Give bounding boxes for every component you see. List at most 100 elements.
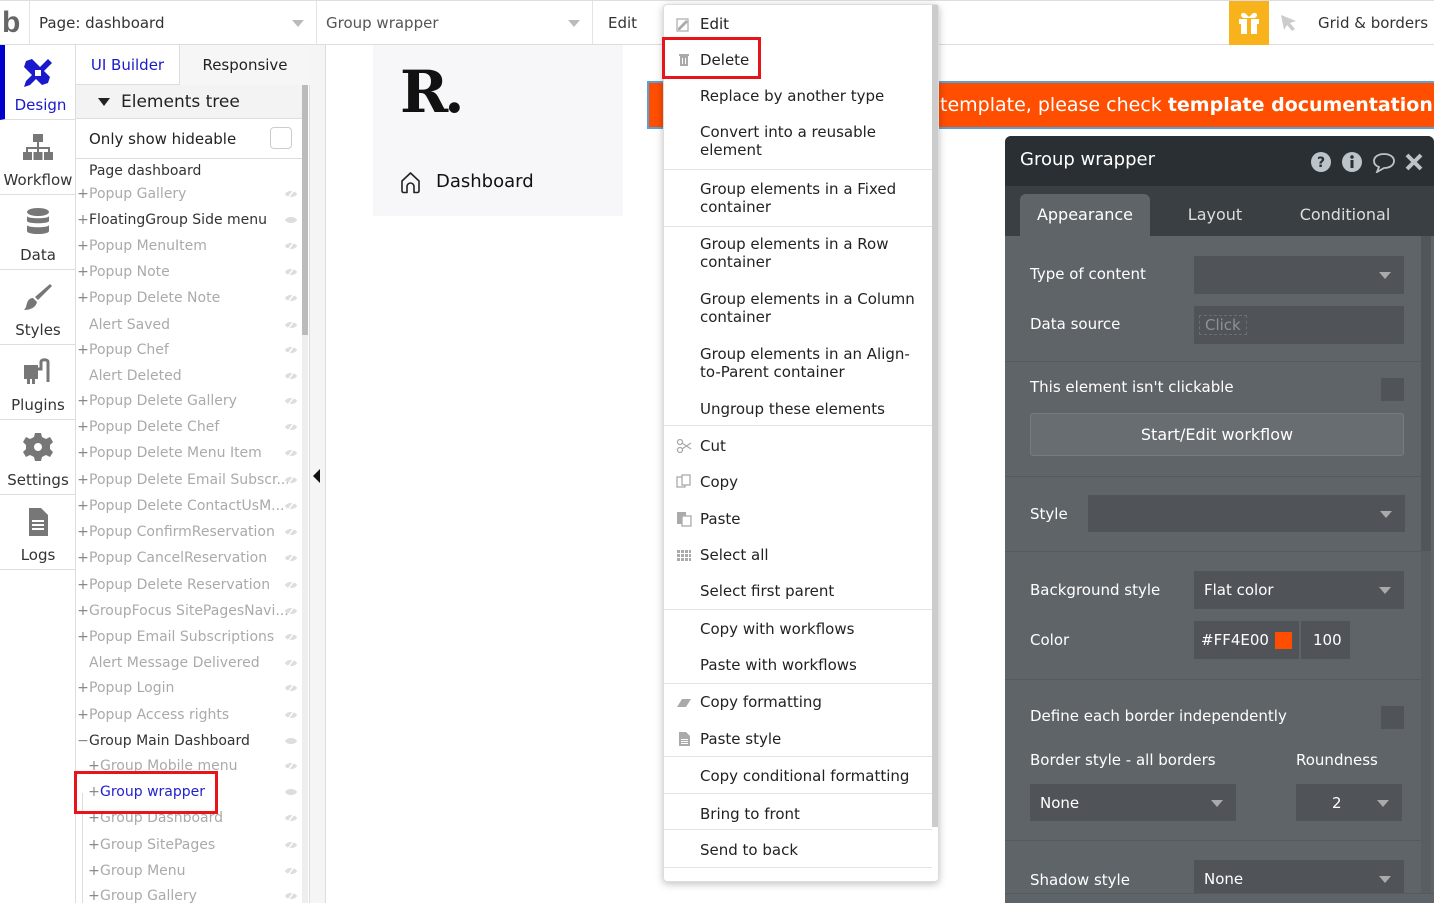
page-selector-dropdown[interactable]: Page: dashboard	[29, 1, 316, 45]
eye-slash-icon[interactable]	[284, 475, 298, 485]
data-source-placeholder[interactable]: Click	[1199, 315, 1247, 335]
property-editor-header[interactable]: Group wrapper ?	[1005, 136, 1434, 186]
eye-slash-icon[interactable]	[284, 580, 298, 590]
eye-slash-icon[interactable]	[284, 293, 298, 303]
grid-borders-dropdown[interactable]: Grid & borders	[1309, 1, 1434, 45]
tree-item[interactable]: + Popup Login	[76, 675, 302, 701]
eye-slash-icon[interactable]	[284, 553, 298, 563]
only-show-hideable-checkbox[interactable]	[270, 127, 292, 149]
expand-icon[interactable]: +	[88, 858, 100, 884]
rail-item-design[interactable]: Design	[0, 45, 76, 120]
eye-slash-icon[interactable]	[284, 267, 298, 277]
help-icon[interactable]: ?	[1310, 151, 1332, 173]
menu-item-select-all[interactable]: Select all	[664, 546, 932, 566]
menu-item-copy-with-workflows[interactable]: Copy with workflows	[664, 620, 932, 640]
close-icon[interactable]	[1404, 151, 1424, 173]
tree-item[interactable]: Alert Saved	[76, 312, 302, 338]
tree-item[interactable]: + FloatingGroup Side menu	[76, 207, 302, 233]
expand-icon[interactable]: +	[77, 493, 89, 519]
eye-slash-icon[interactable]	[284, 501, 298, 511]
expand-icon[interactable]: +	[77, 337, 89, 363]
eye-slash-icon[interactable]	[284, 813, 298, 823]
eye-slash-icon[interactable]	[284, 683, 298, 693]
eye-slash-icon[interactable]	[284, 320, 298, 330]
expand-icon[interactable]: +	[88, 832, 100, 858]
rail-item-settings[interactable]: Settings	[0, 420, 76, 495]
eye-slash-icon[interactable]	[284, 396, 298, 406]
bubble-logo[interactable]: b	[2, 5, 30, 41]
menu-item-replace-by-another-type[interactable]: Replace by another type	[664, 87, 932, 107]
tab-appearance[interactable]: Appearance	[1020, 194, 1150, 236]
collapse-left-icon[interactable]	[313, 469, 321, 483]
expand-icon[interactable]: +	[88, 883, 100, 909]
collapse-icon[interactable]: −	[77, 728, 89, 754]
edit-menu-button[interactable]: Edit	[592, 1, 664, 45]
color-opacity-field[interactable]: 100	[1301, 621, 1350, 659]
tree-item[interactable]: + Popup MenuItem	[76, 233, 302, 259]
expand-icon[interactable]: +	[77, 467, 89, 493]
menu-item-select-first-parent[interactable]: Select first parent	[664, 582, 932, 602]
tree-item[interactable]: + Popup Delete Email Subscr...	[76, 467, 302, 493]
expand-icon[interactable]: +	[77, 545, 89, 571]
expand-icon[interactable]: +	[77, 388, 89, 414]
eye-icon[interactable]	[284, 736, 298, 746]
tree-item[interactable]: + Group Menu	[76, 858, 302, 884]
menu-item-cut[interactable]: Cut	[664, 437, 932, 457]
menu-scrollbar[interactable]	[932, 5, 938, 827]
type-of-content-dropdown[interactable]	[1194, 256, 1404, 294]
eye-slash-icon[interactable]	[284, 371, 298, 381]
menu-item-copy-conditional-formatting[interactable]: Copy conditional formatting	[664, 767, 932, 787]
start-edit-workflow-button[interactable]: Start/Edit workflow	[1030, 413, 1404, 456]
rail-item-plugins[interactable]: Plugins	[0, 345, 76, 420]
expand-icon[interactable]: +	[77, 285, 89, 311]
expand-icon[interactable]: +	[77, 519, 89, 545]
color-hex-field[interactable]: #FF4E00	[1194, 621, 1299, 659]
tree-scrollbar[interactable]	[302, 85, 308, 335]
eye-slash-icon[interactable]	[284, 658, 298, 668]
border-style-dropdown[interactable]: None	[1030, 784, 1236, 821]
expand-icon[interactable]: +	[77, 181, 89, 207]
property-scrollbar-thumb[interactable]	[1421, 236, 1431, 551]
expand-icon[interactable]: +	[77, 572, 89, 598]
menu-item-paste[interactable]: Paste	[664, 510, 932, 530]
tree-item[interactable]: + Group Gallery	[76, 883, 302, 909]
panel-collapse-bar[interactable]	[310, 45, 326, 903]
tree-item[interactable]: + Popup Delete ContactUsM...	[76, 493, 302, 519]
menu-item-send-to-back[interactable]: Send to back	[664, 841, 932, 861]
eye-slash-icon[interactable]	[284, 606, 298, 616]
eye-slash-icon[interactable]	[284, 527, 298, 537]
tab-responsive[interactable]: Responsive	[180, 45, 310, 85]
tree-item[interactable]: Alert Message Delivered	[76, 650, 302, 676]
tree-item[interactable]: + Popup Delete Gallery	[76, 388, 302, 414]
menu-item-copy-formatting[interactable]: Copy formatting	[664, 693, 932, 713]
expand-icon[interactable]: +	[77, 233, 89, 259]
expand-icon[interactable]: +	[77, 675, 89, 701]
menu-item-paste-style[interactable]: Paste style	[664, 730, 932, 750]
tree-item[interactable]: + Popup Delete Reservation	[76, 572, 302, 598]
eye-slash-icon[interactable]	[284, 840, 298, 850]
expand-icon[interactable]: +	[77, 207, 89, 233]
menu-item-edit[interactable]: Edit	[664, 15, 932, 35]
menu-item-ungroup-these-elements[interactable]: Ungroup these elements	[664, 400, 932, 420]
tree-item[interactable]: + Popup Delete Menu Item	[76, 440, 302, 466]
tree-item[interactable]: + Popup Access rights	[76, 702, 302, 728]
eye-slash-icon[interactable]	[284, 241, 298, 251]
info-icon[interactable]	[1341, 151, 1363, 173]
eye-icon[interactable]	[284, 787, 298, 797]
gift-button[interactable]	[1229, 1, 1269, 45]
eye-slash-icon[interactable]	[284, 891, 298, 901]
tree-item[interactable]: + Popup CancelReservation	[76, 545, 302, 571]
menu-item-group-elements-in-a-column-container[interactable]: Group elements in a Column container	[664, 290, 932, 326]
expand-icon[interactable]: +	[77, 598, 89, 624]
tree-item[interactable]: Page dashboard	[76, 158, 302, 182]
not-clickable-checkbox[interactable]	[1381, 378, 1404, 401]
eye-icon[interactable]	[284, 215, 298, 225]
tab-conditional[interactable]: Conditional	[1280, 194, 1410, 236]
expand-icon[interactable]: +	[77, 259, 89, 285]
eye-slash-icon[interactable]	[284, 632, 298, 642]
define-borders-checkbox[interactable]	[1381, 706, 1404, 729]
menu-item-convert-into-a-reusable-element[interactable]: Convert into a reusable element	[664, 123, 932, 159]
tree-item[interactable]: + Popup ConfirmReservation	[76, 519, 302, 545]
rail-item-styles[interactable]: Styles	[0, 270, 76, 345]
expand-icon[interactable]: +	[77, 624, 89, 650]
